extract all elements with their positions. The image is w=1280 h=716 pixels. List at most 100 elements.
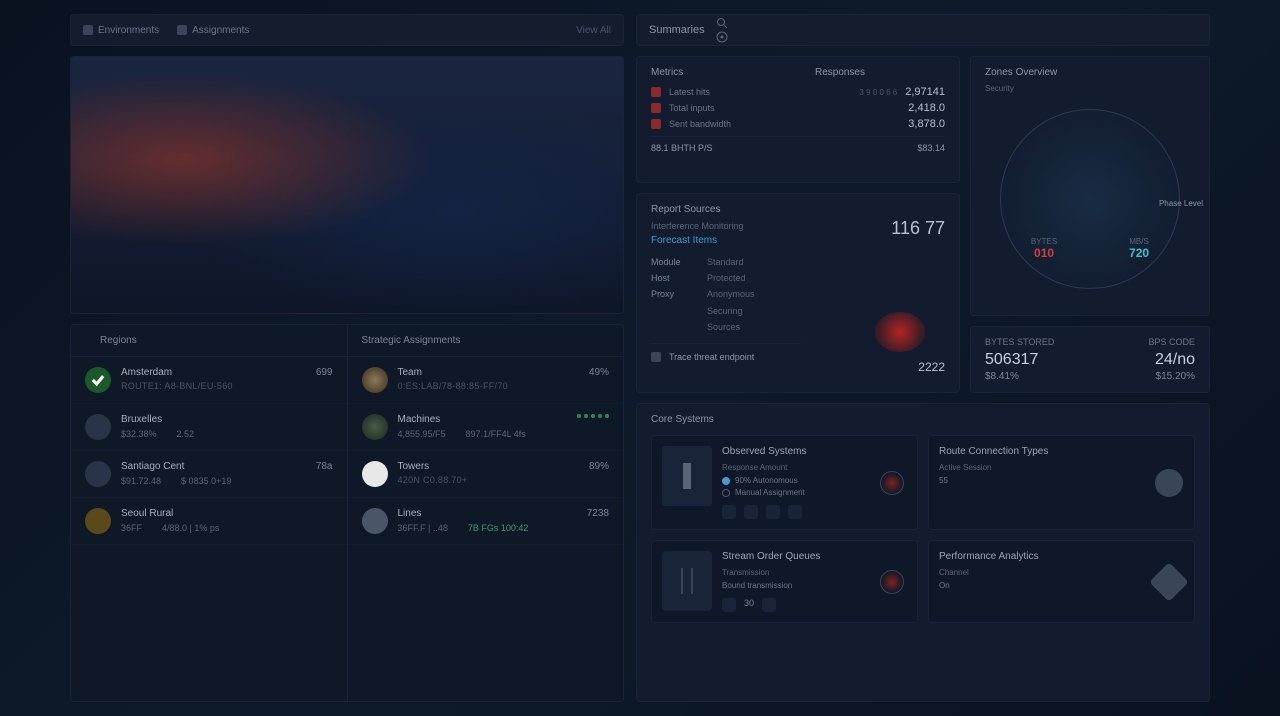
gauge-stat-value: 720	[1129, 246, 1149, 260]
world-map-card[interactable]	[70, 56, 624, 314]
gauge-subtitle: Security	[985, 84, 1195, 93]
module-icon	[662, 446, 712, 506]
region-meta: 36FF	[121, 523, 142, 533]
module-sub: Transmission	[722, 568, 867, 577]
module-streams[interactable]: Stream Order Queues Transmission Bound t…	[651, 540, 918, 623]
gauge-stat-value: 010	[1031, 246, 1057, 260]
region-value: 699	[316, 367, 333, 378]
assignment-title: Lines	[398, 508, 577, 519]
assignment-row[interactable]: Towers420N C0.88.70+ 89%	[348, 451, 624, 498]
regions-header: Regions	[71, 325, 347, 357]
report-highlight: Forecast Items	[651, 235, 801, 246]
radio-off[interactable]	[722, 489, 730, 497]
module-title: Observed Systems	[722, 446, 867, 457]
assignment-avatar	[362, 367, 388, 393]
stat-value: 24/no	[1148, 351, 1195, 369]
threat-mini-icon	[880, 570, 904, 594]
region-meta: 2.52	[177, 429, 195, 439]
report-card: Report Sources Interference Monitoring F…	[636, 193, 960, 393]
metric-footer-right: $83.14	[917, 143, 945, 153]
radio-on[interactable]	[722, 477, 730, 485]
assignment-sub: 0:ES:LAB/78-88:85-FF/70	[398, 381, 579, 391]
assignment-meta: 4,855.95/F5	[398, 429, 446, 439]
assignment-sub: 420N C0.88.70+	[398, 475, 579, 485]
report-bottom-value: 2222	[918, 360, 945, 374]
action-button[interactable]	[722, 598, 736, 612]
assignment-value: 7238	[587, 508, 609, 519]
action-button[interactable]	[744, 505, 758, 519]
region-meta: 4/88.0 | 1% ps	[162, 523, 219, 533]
gauge-title: Zones Overview	[985, 67, 1195, 78]
module-title: Performance Analytics	[939, 551, 1144, 562]
assignment-meta: 897.1/FF4L 4fs	[466, 429, 526, 439]
region-avatar	[85, 367, 111, 393]
report-items: ModuleStandard HostProtected ProxyAnonym…	[651, 254, 801, 335]
tab-icon	[83, 25, 93, 35]
tab-summaries[interactable]: Summaries	[649, 24, 705, 36]
assignments-panel: Strategic Assignments Team 0:ES:LAB/78-88…	[347, 324, 625, 702]
avatar-icon	[1155, 469, 1183, 497]
module-sub: Active Session	[939, 463, 1144, 472]
action-button[interactable]	[722, 505, 736, 519]
assignments-header: Strategic Assignments	[348, 325, 624, 357]
settings-button[interactable]	[715, 30, 729, 44]
assignment-row[interactable]: Team 0:ES:LAB/78-88:85-FF/70 49%	[348, 357, 624, 404]
region-avatar	[85, 414, 111, 440]
module-sub: Channel	[939, 568, 1144, 577]
assignment-title: Team	[398, 367, 579, 378]
region-avatar	[85, 461, 111, 487]
indicator-icon	[651, 119, 661, 129]
module-routes[interactable]: Route Connection Types Active Session 55	[928, 435, 1195, 530]
checkbox-icon[interactable]	[651, 352, 661, 362]
region-sub: ROUTE1: A8-BNL/EU-560	[121, 381, 306, 391]
modules-header: Core Systems	[651, 414, 1195, 425]
assignment-avatar	[362, 414, 388, 440]
tab-assignments[interactable]: Assignments	[177, 25, 249, 36]
gauge-stat-label: MB/S	[1129, 237, 1149, 246]
metrics-card: MetricsResponses Latest hits3 9 0 0 6 62…	[636, 56, 960, 183]
assignment-row[interactable]: Machines4,855.95/F5897.1/FF4L 4fs	[348, 404, 624, 451]
threat-mini-icon	[880, 471, 904, 495]
assignment-avatar	[362, 461, 388, 487]
assignment-title: Towers	[398, 461, 579, 472]
gauge-ring	[1000, 109, 1180, 289]
report-subtitle: Interference Monitoring	[651, 221, 801, 231]
search-button[interactable]	[715, 16, 729, 30]
assignment-value: 49%	[589, 367, 609, 378]
region-row[interactable]: Seoul Rural36FF4/88.0 | 1% ps	[71, 498, 347, 545]
indicator-icon	[651, 87, 661, 97]
list-icon	[85, 336, 94, 345]
module-performance[interactable]: Performance Analytics Channel On	[928, 540, 1195, 623]
stat-label: BPS CODE	[1148, 337, 1195, 347]
gauge-card: Zones Overview Security BYTES010 MB/S720…	[970, 56, 1210, 316]
assignment-meta: 36FF.F | ..48	[398, 523, 448, 533]
region-meta: $91.72.48	[121, 476, 161, 486]
action-button[interactable]	[788, 505, 802, 519]
metric-row: Sent bandwidth3,878.0	[651, 118, 945, 130]
assignment-row[interactable]: Lines36FF.F | ..487B FGs 100:42 7238	[348, 498, 624, 545]
region-row[interactable]: Santiago Cent$91.72.48$ 0835 0+19 78a	[71, 451, 347, 498]
region-row[interactable]: AmsterdamROUTE1: A8-BNL/EU-560 699	[71, 357, 347, 404]
action-button[interactable]	[762, 598, 776, 612]
report-title: Report Sources	[651, 204, 801, 215]
stat-value: 506317	[985, 351, 1054, 369]
region-value: 78a	[316, 461, 333, 472]
bottom-stats-card: BYTES STORED506317$8.41% BPS CODE24/no$1…	[970, 326, 1210, 393]
region-title: Bruxelles	[121, 414, 333, 425]
action-button[interactable]	[766, 505, 780, 519]
responses-title: Responses	[815, 67, 865, 78]
module-sub: Response Amount	[722, 463, 867, 472]
tab-view-all[interactable]: View All	[576, 25, 611, 36]
module-observed[interactable]: Observed Systems Response Amount 90% Aut…	[651, 435, 918, 530]
stat-sub: $8.41%	[985, 371, 1054, 382]
module-title: Stream Order Queues	[722, 551, 867, 562]
region-meta: $ 0835 0+19	[181, 476, 231, 486]
region-row[interactable]: Bruxelles$32.38%2.52	[71, 404, 347, 451]
diamond-icon	[1149, 562, 1189, 602]
module-icon	[662, 551, 712, 611]
tab-environments[interactable]: Environments	[83, 25, 159, 36]
assignment-avatar	[362, 508, 388, 534]
stat-label: BYTES STORED	[985, 337, 1054, 347]
report-footer-label: Trace threat endpoint	[669, 352, 754, 362]
regions-panel: Regions AmsterdamROUTE1: A8-BNL/EU-560 6…	[70, 324, 347, 702]
